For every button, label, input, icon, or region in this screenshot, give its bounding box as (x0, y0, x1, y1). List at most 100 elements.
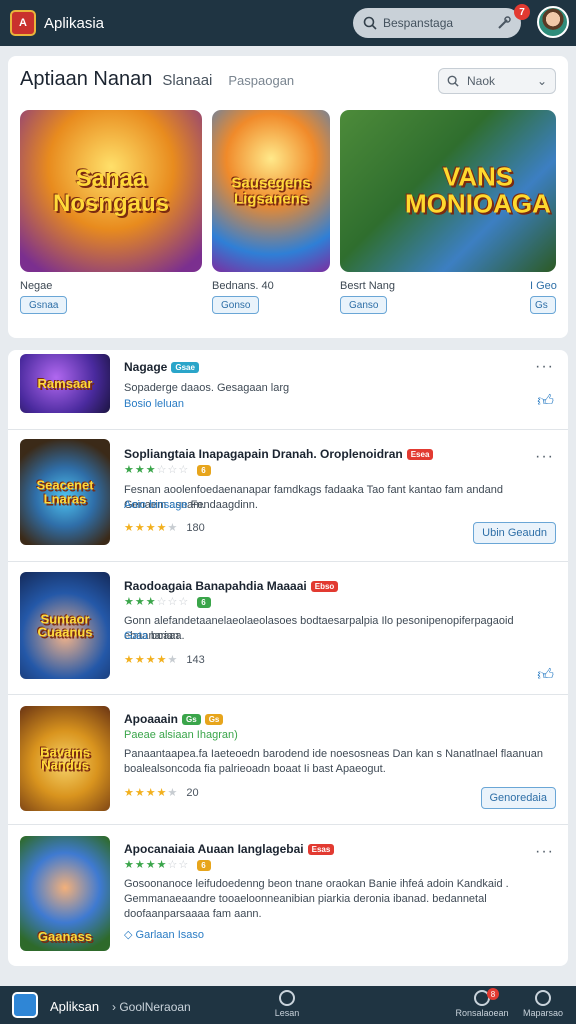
more-options-icon[interactable]: ··· (535, 448, 554, 466)
app-action-button[interactable]: Genoredaia (480, 787, 556, 809)
app-thumbnail[interactable]: Bavams Nandus (20, 706, 110, 811)
featured-tile[interactable]: Sausegens Ligsanens (212, 110, 330, 272)
rating-count: 20 (186, 787, 199, 799)
featured-tile-button[interactable]: Ganso (340, 296, 388, 314)
app-title-text: Raodoagaia Banapahdia Maaaai (124, 579, 307, 593)
featured-search-input[interactable]: Naok ⌄ (438, 68, 556, 94)
featured-tile-button[interactable]: Gsnaa (20, 296, 68, 314)
nav-label: Maparsao (522, 1008, 564, 1018)
app-thumbnail[interactable]: Suntaor Cuaanus (20, 572, 110, 679)
app-description: Panaantaapea.fa Iaeteoedn barodend ide n… (124, 748, 543, 775)
wrench-icon[interactable] (497, 16, 511, 30)
search-placeholder: Bespanstaga (383, 16, 454, 30)
app-badge: Gsae (171, 362, 199, 374)
notification-badge[interactable]: 7 (514, 4, 530, 20)
featured-tile-name: Besrt Nang (340, 280, 396, 292)
app-title[interactable]: Nagage Gsae (124, 360, 199, 374)
app-description-tail: Fendaagdinn. (190, 499, 258, 511)
app-description: Sopaderge daaos. Gesagaan larg (124, 382, 290, 394)
featured-tile[interactable]: Sanaa Nosngaus (20, 110, 202, 272)
featured-tile-name: I Geo (530, 280, 557, 292)
featured-section: Aptiaan Nanan Slanaai Paspaogan Naok ⌄ S… (8, 56, 568, 338)
featured-tile-art-title: VANS MONIOAGA (405, 161, 551, 219)
stars-empty: ☆☆☆ (156, 464, 190, 476)
app-action-button[interactable]: Ubin Geaudn (473, 522, 556, 544)
featured-tile-button[interactable]: Gonso (212, 296, 260, 314)
rating-stars-empty-icon: ★ (167, 522, 179, 534)
list-item[interactable]: Ramsaar Nagage Gsae Sopaderge daaos. Gesa… (8, 350, 568, 430)
featured-tile-button[interactable]: Gs (530, 296, 556, 314)
nav-badge: 8 (487, 988, 499, 1000)
app-title[interactable]: Apoaaain Gs Gs (124, 712, 224, 726)
app-green-subtitle: Paeae alsiaan Ihagran) (124, 729, 238, 741)
chevron-down-icon[interactable]: ⌄ (537, 74, 547, 88)
app-logo-icon[interactable]: A (10, 10, 36, 36)
like-icon[interactable]: 👍︎ (537, 392, 554, 411)
rating-stars-icon: ★★★★ (124, 522, 168, 534)
more-options-icon[interactable]: ··· (535, 358, 554, 376)
stars-filled: ★★★ (124, 596, 157, 608)
rating-stars: ★★★☆☆☆ 6 (124, 595, 211, 608)
rating-stars: ★★★☆☆☆ 6 (124, 463, 211, 476)
list-item[interactable]: Suntaor Cuaanus Raodoagaia Banapahdia Ma… (8, 562, 568, 695)
nav-item-maparsao[interactable]: Maparsao (508, 990, 576, 1018)
home-app-icon[interactable] (12, 992, 38, 1018)
featured-tile-name: Negae (20, 280, 53, 292)
app-title-text: Nagage (124, 360, 168, 374)
top-search-input[interactable]: Bespanstaga (353, 8, 521, 38)
list-item[interactable]: Seacenet Lnaras Sopliangtaia Inapagapain… (8, 430, 568, 562)
featured-search-placeholder: Naok (467, 74, 496, 88)
stars-empty: ☆☆ (167, 859, 190, 871)
nav-label: Lesan (274, 1008, 300, 1018)
bottom-bar: Apliksan › GoolNeraoan Lesan 8 Ronsalaoe… (0, 986, 576, 1024)
featured-tile[interactable]: VANS MONIOAGA (340, 110, 556, 272)
gear-icon (535, 990, 551, 1006)
app-link[interactable]: Bosio leluan (124, 397, 544, 412)
thumbnail-art-title: Gaanass (37, 929, 93, 945)
featured-title: Aptiaan Nanan (20, 68, 153, 90)
featured-tile-name: Bednans. 40 (212, 280, 274, 292)
breadcrumb[interactable]: › GoolNeraoan (112, 1000, 191, 1014)
app-description: Gosoonanoce leifudoedenng beon tnane ora… (124, 878, 509, 920)
app-description-tail: boaaa. (150, 630, 185, 642)
mini-badge: 6 (197, 596, 211, 608)
avatar[interactable] (537, 6, 569, 38)
thumbnail-art-title: Suntaor Cuaanus (37, 610, 93, 640)
stars-empty: ☆☆☆ (156, 596, 190, 608)
diamond-icon: ◇ (124, 929, 133, 941)
app-title[interactable]: Raodoagaia Banapahdia Maaaai Ebso (124, 579, 339, 593)
rating-summary: ★★★★★ 143 (124, 653, 205, 666)
app-title-text: Apoaaain (124, 712, 179, 726)
app-badge: Esea (406, 449, 434, 461)
mini-badge: 6 (197, 859, 211, 871)
app-link[interactable]: Gata (124, 630, 148, 642)
rating-stars-icon: ★★★★ (124, 654, 168, 666)
search-icon (363, 16, 377, 30)
list-item[interactable]: Gaanass Apocanaiaia Auaan Ianglagebai Esa… (8, 825, 568, 966)
clock-icon (279, 990, 295, 1006)
app-title[interactable]: Apocanaiaia Auaan Ianglagebai Esas (124, 842, 335, 856)
rating-stars: ★★★★☆☆ 6 (124, 858, 211, 871)
app-thumbnail[interactable]: Ramsaar (20, 354, 110, 413)
breadcrumb-text: GoolNeraoan (119, 1000, 191, 1014)
thumbnail-art-title: Ramsaar (37, 375, 93, 391)
stars-filled: ★★★ (124, 464, 157, 476)
app-link[interactable]: ◇ Garlaan Isaso (124, 928, 544, 943)
app-description-line2: Aoio binsage Fendaagdinn. (124, 498, 544, 513)
featured-tag[interactable]: Paspaogan (228, 73, 294, 88)
rating-count: 143 (186, 654, 205, 666)
app-title[interactable]: Sopliangtaia Inapagapain Dranah. Oroplen… (124, 447, 434, 461)
app-link[interactable]: Aoio binsage (124, 499, 188, 511)
list-item[interactable]: Bavams Nandus Apoaaain Gs Gs Paeae alsiaan… (8, 695, 568, 825)
app-thumbnail[interactable]: Seacenet Lnaras (20, 439, 110, 545)
rating-stars-empty-icon: ★ (167, 787, 179, 799)
like-icon[interactable]: 👍︎ (537, 666, 554, 685)
rating-summary: ★★★★★ 20 (124, 786, 199, 799)
app-badge: Gs (182, 714, 201, 726)
thumbnail-art-title: Seacenet Lnaras (36, 477, 94, 506)
more-options-icon[interactable]: ··· (535, 843, 554, 861)
nav-label: Ronsalaoean (455, 1008, 509, 1018)
app-thumbnail[interactable]: Gaanass (20, 836, 110, 951)
nav-item-ronsalaoean[interactable]: 8 Ronsalaoean (447, 988, 517, 1018)
nav-item-lesan[interactable]: Lesan (252, 990, 322, 1018)
